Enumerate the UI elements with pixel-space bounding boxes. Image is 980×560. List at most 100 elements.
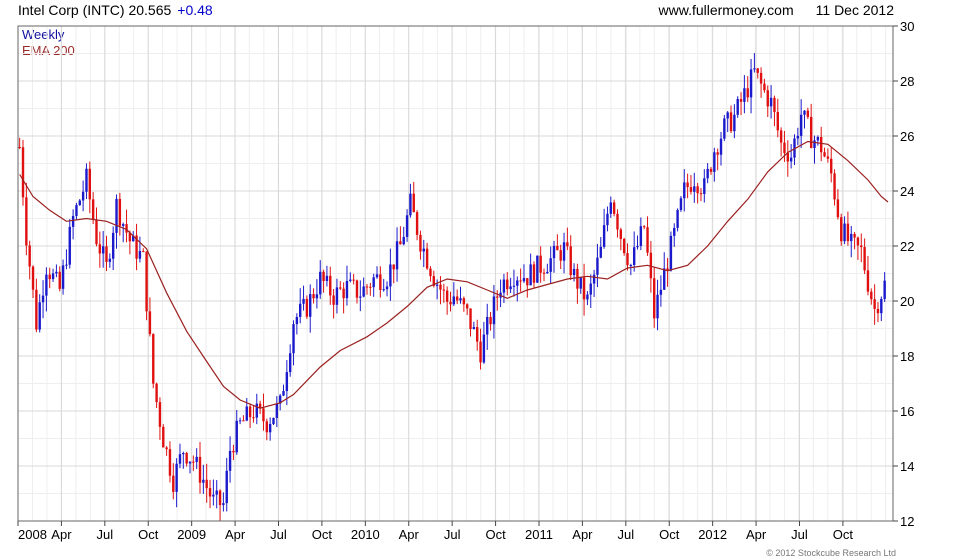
- x-tick-label: 2009: [177, 527, 206, 542]
- candle-body: [796, 135, 800, 139]
- candle-body: [369, 286, 372, 288]
- candle-body: [212, 494, 215, 497]
- candle-body: [589, 283, 592, 295]
- candle-body: [329, 275, 332, 296]
- candle-body: [122, 224, 125, 226]
- candle-body: [138, 250, 142, 259]
- candle-body: [576, 268, 579, 289]
- candle-body: [639, 226, 643, 246]
- candle-body: [876, 308, 880, 314]
- candle-body: [65, 264, 68, 266]
- candle-body: [843, 223, 846, 242]
- candle-body: [803, 110, 806, 115]
- candle-body: [669, 235, 673, 271]
- candle-body: [559, 250, 562, 261]
- candle-body: [228, 450, 232, 471]
- candle-body: [125, 224, 128, 233]
- candle-body: [195, 456, 198, 462]
- candle-body: [419, 234, 422, 252]
- candle-body: [653, 278, 656, 319]
- candle-body: [866, 270, 870, 292]
- x-tick-label: Jul: [791, 527, 808, 542]
- candle-body: [626, 253, 629, 266]
- candle-body: [632, 247, 636, 265]
- candle-body: [749, 69, 753, 98]
- candle-body: [342, 288, 345, 299]
- y-tick-label: 14: [900, 459, 914, 474]
- candle-body: [713, 152, 716, 172]
- candle-body: [409, 193, 412, 216]
- candle-body: [823, 152, 826, 157]
- candle-body: [863, 247, 866, 271]
- candle-body: [476, 327, 479, 342]
- candle-body: [78, 200, 81, 206]
- candle-body: [586, 294, 589, 300]
- candle-body: [292, 324, 295, 354]
- candle-body: [35, 289, 38, 330]
- candle-body: [846, 223, 850, 242]
- candle-body: [683, 182, 686, 199]
- candle-body: [733, 114, 736, 132]
- candle-body: [21, 147, 25, 198]
- candle-body: [111, 232, 115, 259]
- candle-body: [522, 278, 526, 282]
- candle-body: [776, 112, 779, 131]
- x-tick-label: Jul: [444, 527, 461, 542]
- candle-body: [91, 199, 95, 220]
- candle-body: [723, 118, 726, 139]
- candle-body: [779, 130, 783, 143]
- candle-body: [101, 246, 105, 254]
- candle-body: [158, 402, 162, 427]
- candle-body: [539, 255, 542, 273]
- y-tick-label: 18: [900, 349, 914, 364]
- candle-body: [706, 168, 709, 179]
- candle-body: [322, 271, 325, 282]
- candle-body: [673, 227, 676, 236]
- candle-body: [98, 244, 102, 254]
- candle-body: [192, 461, 195, 463]
- candle-body: [58, 271, 61, 289]
- candle-body: [339, 287, 342, 289]
- x-tick-label: Oct: [659, 527, 680, 542]
- candle-body: [172, 475, 175, 492]
- candle-body: [405, 215, 409, 237]
- candle-body: [282, 391, 285, 396]
- candle-body: [870, 291, 873, 300]
- candle-body: [482, 334, 486, 363]
- candle-body: [359, 296, 362, 298]
- candle-body: [355, 280, 359, 298]
- candle-body: [506, 279, 509, 290]
- candle-body: [415, 212, 419, 235]
- candle-body: [439, 284, 442, 290]
- candle-body: [856, 237, 860, 246]
- candle-body: [362, 286, 365, 297]
- candle-body: [880, 298, 883, 314]
- candle-body: [836, 199, 840, 218]
- candle-body: [395, 241, 399, 270]
- candle-body: [152, 334, 155, 384]
- candle-body: [756, 68, 759, 73]
- x-tick-label: Apr: [399, 527, 420, 542]
- candle-body: [295, 317, 299, 325]
- candle-body: [305, 298, 309, 317]
- candle-body: [208, 488, 212, 497]
- candle-body: [299, 303, 302, 318]
- candle-body: [646, 227, 649, 253]
- candle-body: [572, 268, 576, 276]
- plot-area: 12 14 16 18 20 22 24 26 28 30 2008 Apr Jul Oct 2009 Apr…: [17, 19, 914, 542]
- candle-body: [399, 241, 402, 245]
- candle-body: [816, 136, 820, 141]
- candle-body: [719, 138, 723, 155]
- candle-body: [55, 271, 58, 274]
- candle-body: [28, 245, 31, 267]
- candle-body: [31, 266, 35, 290]
- candle-body: [68, 226, 71, 265]
- candle-body: [549, 258, 552, 272]
- y-tick-label: 16: [900, 404, 914, 419]
- candle-body: [285, 372, 289, 392]
- candle-body: [319, 271, 322, 295]
- x-tick-label: Oct: [138, 527, 159, 542]
- candle-body: [606, 213, 609, 226]
- candle-body: [860, 245, 863, 248]
- candle-body: [472, 327, 476, 330]
